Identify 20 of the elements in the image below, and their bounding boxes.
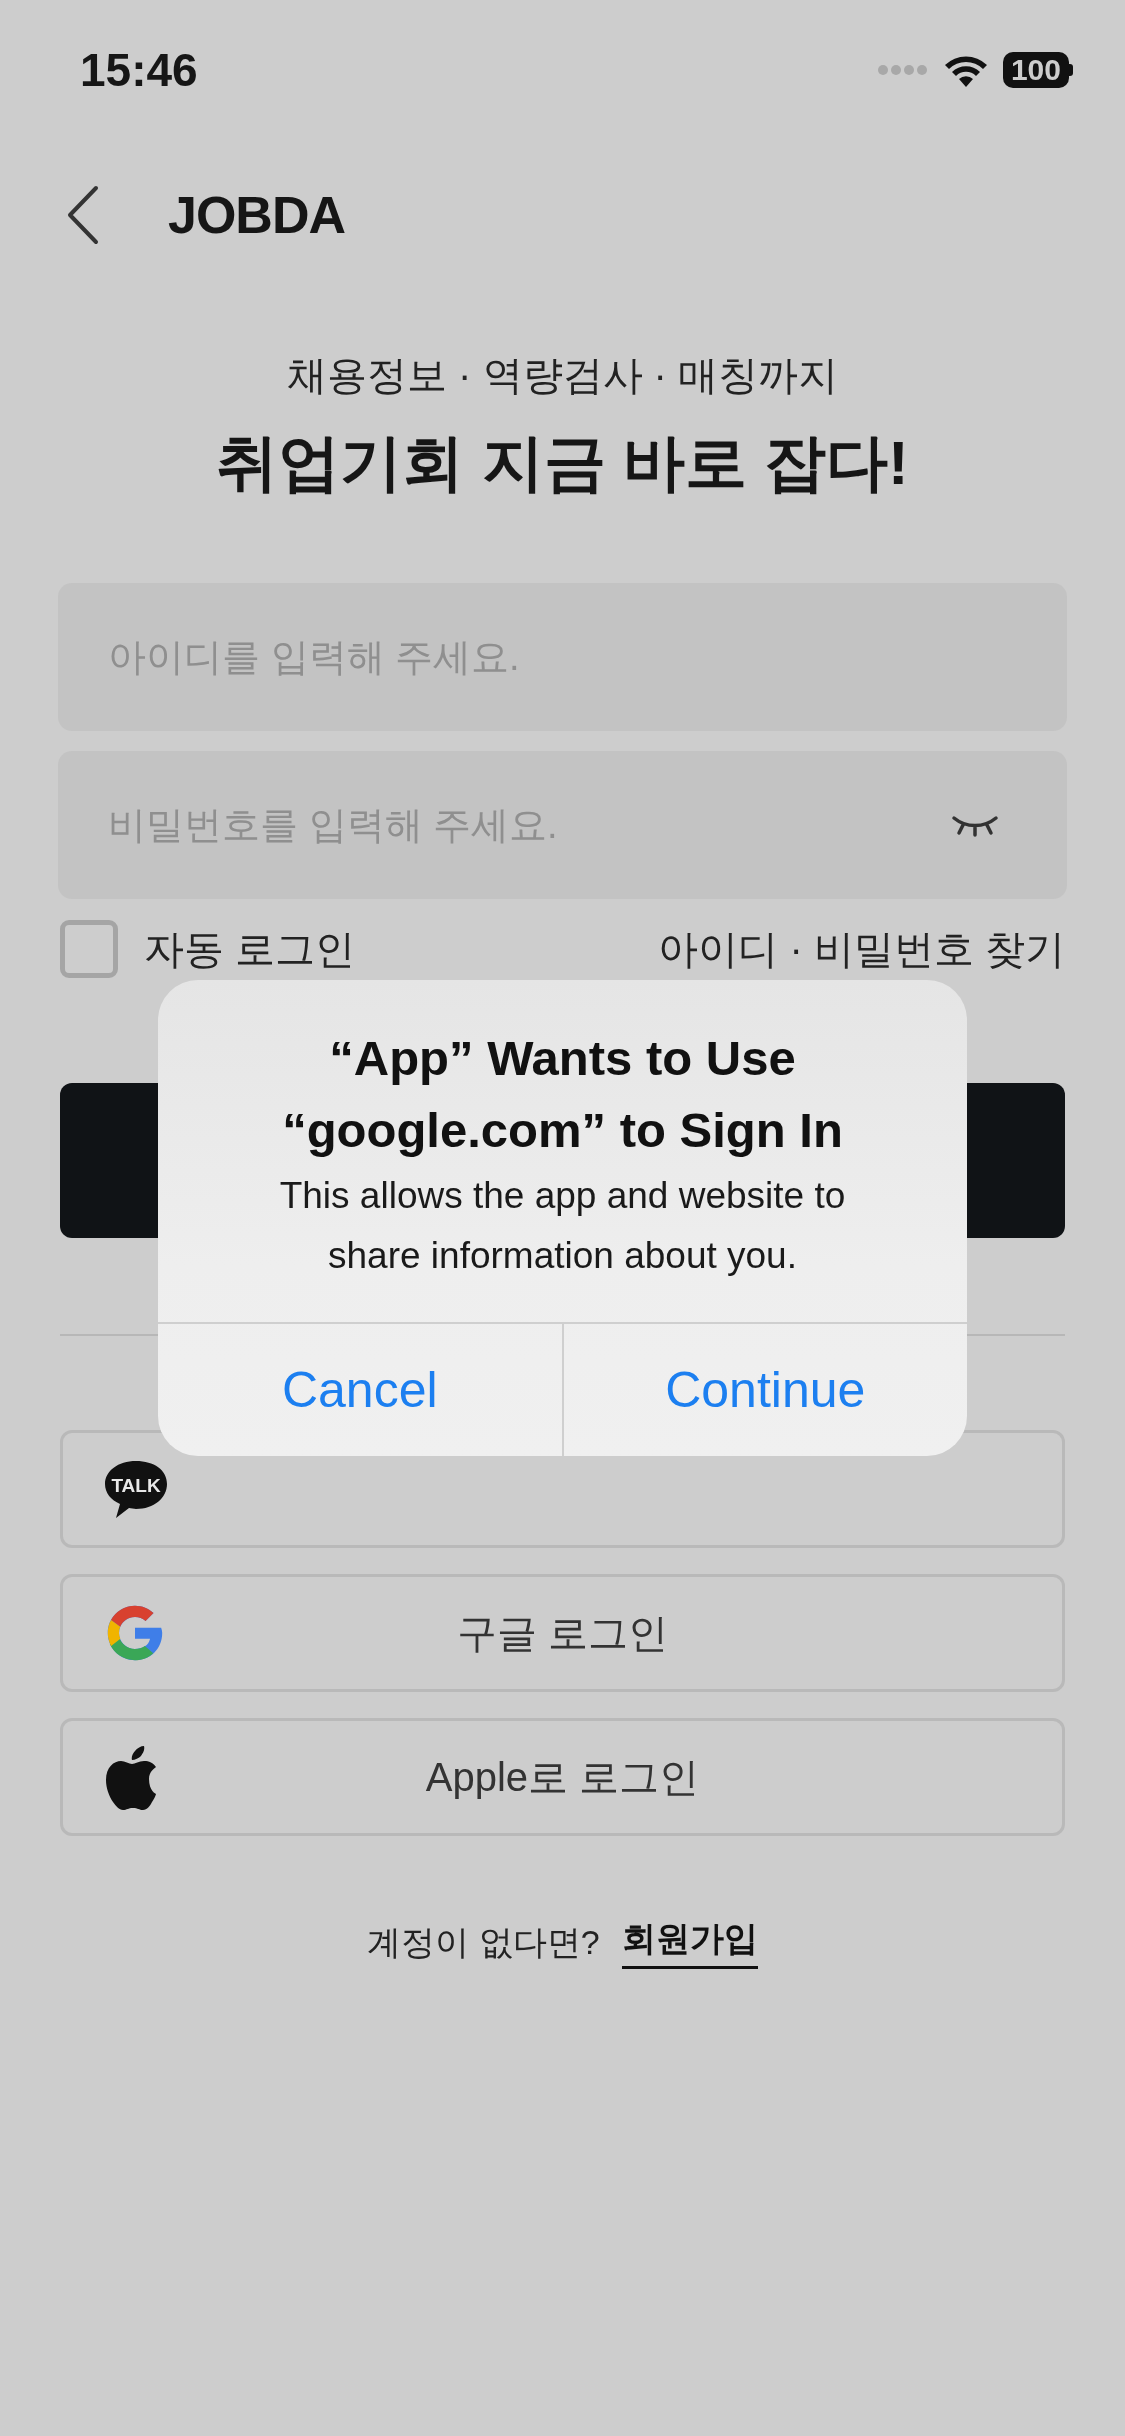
social-login-button[interactable]: Apple로 로그인 xyxy=(60,1718,1065,1836)
signup-link[interactable]: 회원가입 xyxy=(621,1916,758,1969)
apple-icon xyxy=(103,1744,159,1810)
auto-login-label: 자동 로그인 xyxy=(144,925,356,973)
battery-level: 100 xyxy=(1002,52,1069,88)
back-icon[interactable] xyxy=(66,185,100,245)
find-account-link[interactable]: 아이디 · 비밀번호 찾기 xyxy=(658,921,1065,977)
eye-closed-icon[interactable] xyxy=(951,813,999,837)
dialog-message: This allows the app and website to share information about you. xyxy=(278,1174,847,1278)
social-login-button[interactable]: 구글 로그인 xyxy=(60,1574,1065,1692)
signup-prompt: 계정이 없다면? xyxy=(367,1921,600,1963)
battery-nub xyxy=(1069,64,1073,76)
status-time: 15:46 xyxy=(80,43,198,97)
talk-bubble-icon: TALK xyxy=(103,1459,169,1519)
auto-login-checkbox[interactable] xyxy=(60,920,118,978)
headline: 취업기회 지금 바로 잡다! xyxy=(215,427,910,499)
dialog-title: “App” Wants to Use “google.com” to Sign In xyxy=(281,1030,844,1159)
app-logo: JOBDA xyxy=(168,185,346,245)
signal-icon xyxy=(876,64,929,76)
tagline: 채용정보 · 역량검사 · 매칭까지 xyxy=(285,352,840,399)
